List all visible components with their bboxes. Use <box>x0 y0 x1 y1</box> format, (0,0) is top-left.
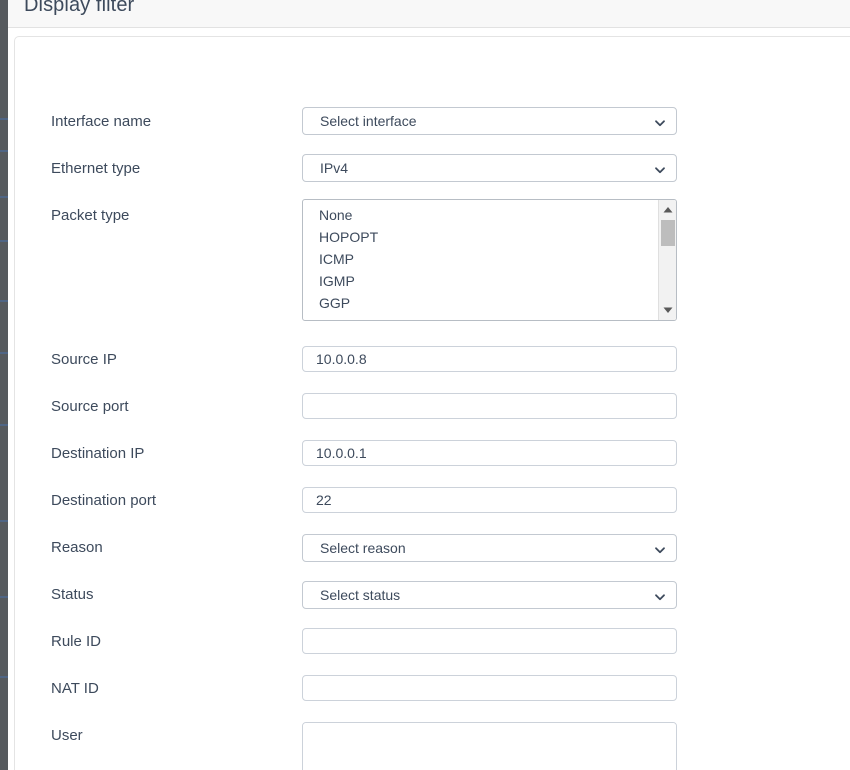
label-ethernet-type: Ethernet type <box>51 160 141 177</box>
control-ethernet-type: IPv4 <box>302 154 677 182</box>
scroll-up-arrow-icon[interactable] <box>662 204 674 216</box>
list-item[interactable]: None <box>303 204 656 226</box>
source-port-input[interactable] <box>302 393 677 419</box>
destination-ip-input[interactable]: 10.0.0.1 <box>302 440 677 466</box>
chevron-down-icon <box>654 164 666 176</box>
label-source-ip: Source IP <box>51 351 117 368</box>
ethernet-type-select[interactable]: IPv4 <box>302 154 677 182</box>
list-item[interactable]: ICMP <box>303 248 656 270</box>
destination-port-input[interactable]: 22 <box>302 487 677 513</box>
interface-name-select[interactable]: Select interface <box>302 107 677 135</box>
list-item[interactable]: HOPOPT <box>303 226 656 248</box>
control-nat-id <box>302 675 677 701</box>
interface-name-selected-value: Select interface <box>320 113 417 129</box>
control-packet-type: NoneHOPOPTICMPIGMPGGPIP <box>302 199 677 321</box>
label-destination-ip: Destination IP <box>51 445 145 462</box>
control-status: Select status <box>302 581 677 609</box>
header-band: Display filter <box>0 0 850 28</box>
filter-panel: Interface name Select interface Ethernet t… <box>14 36 850 770</box>
packet-type-listbox[interactable]: NoneHOPOPTICMPIGMPGGPIP <box>302 199 677 321</box>
control-user: Add new item <box>302 722 677 770</box>
list-item[interactable]: GGP <box>303 292 656 314</box>
label-rule-id: Rule ID <box>51 633 102 650</box>
label-destination-port: Destination port <box>51 492 157 509</box>
control-destination-ip: 10.0.0.1 <box>302 440 677 466</box>
scroll-down-arrow-icon[interactable] <box>662 304 674 316</box>
scrollbar-thumb[interactable] <box>661 220 675 246</box>
page-title: Display filter <box>24 0 135 16</box>
source-ip-value: 10.0.0.8 <box>316 351 367 367</box>
label-interface-name: Interface name <box>51 113 152 130</box>
label-source-port: Source port <box>51 398 129 415</box>
chevron-down-icon <box>654 117 666 129</box>
label-user: User <box>51 727 83 744</box>
label-packet-type: Packet type <box>51 207 130 224</box>
control-source-port <box>302 393 677 419</box>
reason-select[interactable]: Select reason <box>302 534 677 562</box>
packet-type-scrollbar[interactable] <box>658 200 676 320</box>
user-repeater: Add new item <box>302 722 677 770</box>
source-ip-input[interactable]: 10.0.0.8 <box>302 346 677 372</box>
label-nat-id: NAT ID <box>51 680 99 697</box>
control-rule-id <box>302 628 677 654</box>
destination-port-value: 22 <box>316 492 332 508</box>
status-selected-value: Select status <box>320 587 401 603</box>
packet-type-option-list: NoneHOPOPTICMPIGMPGGPIP <box>303 204 656 320</box>
control-source-ip: 10.0.0.8 <box>302 346 677 372</box>
chevron-down-icon <box>654 591 666 603</box>
control-interface-name: Select interface <box>302 107 677 135</box>
label-status: Status <box>51 586 94 603</box>
chevron-down-icon <box>654 544 666 556</box>
user-items-area[interactable] <box>303 723 676 770</box>
control-destination-port: 22 <box>302 487 677 513</box>
ethernet-type-selected-value: IPv4 <box>320 160 349 176</box>
label-reason: Reason <box>51 539 103 556</box>
destination-ip-value: 10.0.0.1 <box>316 445 367 461</box>
nat-id-input[interactable] <box>302 675 677 701</box>
display-filter-screen: Display filter Interface name Select inte… <box>0 0 850 770</box>
list-item[interactable]: IGMP <box>303 270 656 292</box>
rule-id-input[interactable] <box>302 628 677 654</box>
reason-selected-value: Select reason <box>320 540 406 556</box>
status-select[interactable]: Select status <box>302 581 677 609</box>
control-reason: Select reason <box>302 534 677 562</box>
left-sidebar-rail[interactable] <box>0 0 8 770</box>
list-item[interactable]: IP <box>303 314 656 320</box>
